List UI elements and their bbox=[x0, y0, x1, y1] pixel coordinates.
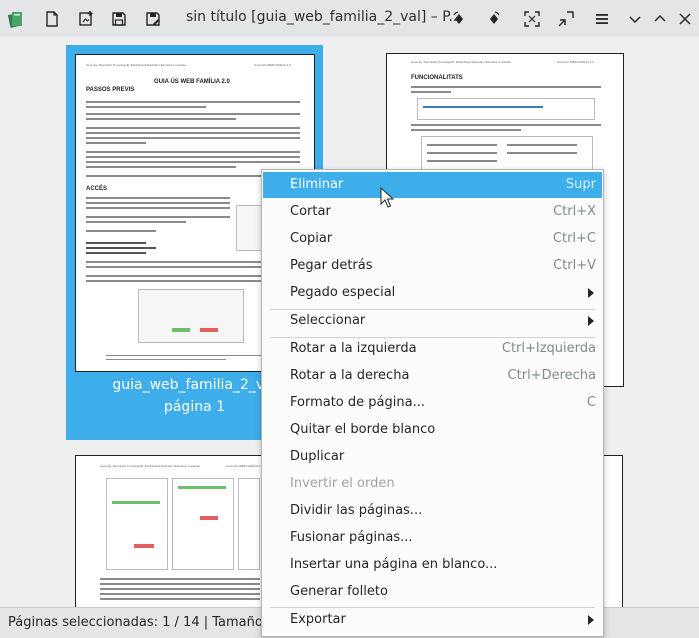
page-header: Guía Ág. Ifiernando Tormologefh. Eicilcc… bbox=[100, 464, 200, 468]
menu-item-label: Copiar bbox=[290, 231, 333, 246]
menu-item-quitar-borde[interactable]: Quitar el borde blanco bbox=[263, 417, 602, 443]
rotate-left-icon[interactable] bbox=[446, 6, 472, 32]
save-as-icon[interactable] bbox=[140, 6, 166, 32]
menu-item-shortcut: Ctrl+C bbox=[552, 231, 596, 246]
section-heading: PASSOS PREVIS bbox=[86, 87, 135, 93]
menu-item-exportar[interactable]: Exportar bbox=[263, 607, 602, 633]
new-icon[interactable] bbox=[39, 6, 65, 32]
menu-item-pegado-especial[interactable]: Pegado especial bbox=[263, 280, 602, 306]
chevron-down-icon[interactable] bbox=[622, 6, 648, 32]
context-menu: Eliminar Supr Cortar Ctrl+X Copiar Ctrl+… bbox=[261, 169, 604, 637]
menu-item-label: Eliminar bbox=[290, 177, 344, 192]
menu-item-insertar-pagina-blanco[interactable]: Insertar una página en blanco... bbox=[263, 552, 602, 578]
menu-item-shortcut: Ctrl+Izquierda bbox=[501, 341, 596, 356]
zoom-out-icon[interactable] bbox=[553, 6, 579, 32]
menu-item-shortcut: Ctrl+Derecha bbox=[507, 368, 596, 383]
menu-item-copiar[interactable]: Copiar Ctrl+C bbox=[263, 226, 602, 252]
page-title: GUIA ÚS WEB FAMÍLIA 2.0 bbox=[154, 79, 230, 85]
app-icon bbox=[3, 6, 29, 32]
menu-item-label: Cortar bbox=[290, 204, 331, 219]
page-header-right: Guía GO WEB FAMILIA 2.0 bbox=[254, 63, 291, 67]
fullscreen-icon[interactable] bbox=[519, 6, 545, 32]
hamburger-menu-icon[interactable] bbox=[589, 6, 615, 32]
window-title: sin título [guia_web_familia_2_val] – P.… bbox=[186, 9, 462, 25]
menu-item-label: Insertar una página en blanco... bbox=[290, 557, 498, 572]
page-header: Guía Ág. Ifiernando Tormologefh. Eicilcc… bbox=[86, 63, 186, 67]
menu-item-shortcut: C bbox=[586, 395, 596, 410]
menu-item-label: Exportar bbox=[290, 612, 346, 627]
menu-item-rotar-izquierda[interactable]: Rotar a la izquierda Ctrl+Izquierda bbox=[263, 336, 602, 362]
menu-item-label: Pegado especial bbox=[290, 285, 396, 300]
menu-item-duplicar[interactable]: Duplicar bbox=[263, 444, 602, 470]
menu-item-cortar[interactable]: Cortar Ctrl+X bbox=[263, 199, 602, 225]
submenu-arrow-icon bbox=[588, 316, 594, 326]
menu-item-label: Pegar detrás bbox=[290, 258, 373, 273]
menu-item-label: Duplicar bbox=[290, 449, 345, 464]
menu-item-formato-pagina[interactable]: Formato de página... C bbox=[263, 390, 602, 416]
menu-item-rotar-derecha[interactable]: Rotar a la derecha Ctrl+Derecha bbox=[263, 363, 602, 389]
menu-item-shortcut: Ctrl+X bbox=[553, 204, 596, 219]
page-header: Guía Ág. Ifiernando Tormologefh. Eicilcc… bbox=[411, 60, 511, 64]
menu-item-label: Formato de página... bbox=[290, 395, 425, 410]
menu-item-label: Dividir las páginas... bbox=[290, 503, 423, 518]
menu-item-fusionar-paginas[interactable]: Fusionar páginas... bbox=[263, 525, 602, 551]
menu-item-label: Fusionar páginas... bbox=[290, 530, 413, 545]
menu-item-eliminar[interactable]: Eliminar Supr bbox=[263, 172, 602, 198]
menu-item-invertir-orden: Invertir el orden bbox=[263, 471, 602, 497]
submenu-arrow-icon bbox=[588, 288, 594, 298]
page-header-right: Guía GO WEB FAMILIA 2.0 bbox=[226, 464, 263, 468]
submenu-arrow-icon bbox=[588, 615, 594, 625]
title-bar: sin título [guia_web_familia_2_val] – P.… bbox=[0, 0, 699, 38]
menu-item-shortcut: Supr bbox=[565, 177, 596, 192]
menu-item-label: Rotar a la izquierda bbox=[290, 341, 417, 356]
mouse-cursor-icon bbox=[380, 187, 394, 208]
minimize-icon[interactable] bbox=[647, 6, 673, 32]
section-heading: FUNCIONALITATS bbox=[411, 75, 463, 81]
menu-item-generar-folleto[interactable]: Generar folleto bbox=[263, 579, 602, 605]
menu-item-label: Invertir el orden bbox=[290, 476, 395, 491]
menu-item-seleccionar[interactable]: Seleccionar bbox=[263, 308, 602, 334]
save-icon[interactable] bbox=[106, 6, 132, 32]
menu-item-dividir-paginas[interactable]: Dividir las páginas... bbox=[263, 498, 602, 524]
menu-item-label: Seleccionar bbox=[290, 313, 366, 328]
menu-item-label: Quitar el borde blanco bbox=[290, 422, 436, 437]
menu-item-label: Generar folleto bbox=[290, 584, 388, 599]
menu-item-pegar-detras[interactable]: Pegar detrás Ctrl+V bbox=[263, 253, 602, 279]
import-icon[interactable] bbox=[73, 6, 99, 32]
status-text: Páginas seleccionadas: 1 / 14 | Tamaño d… bbox=[8, 615, 284, 630]
rotate-right-icon[interactable] bbox=[481, 6, 507, 32]
menu-item-shortcut: Ctrl+V bbox=[553, 258, 596, 273]
section-heading: ACCÉS bbox=[86, 186, 108, 192]
close-icon[interactable] bbox=[672, 6, 698, 32]
menu-item-label: Rotar a la derecha bbox=[290, 368, 410, 383]
page-header-right: Guía GO WEB FAMILIA 2.0 bbox=[557, 60, 594, 64]
